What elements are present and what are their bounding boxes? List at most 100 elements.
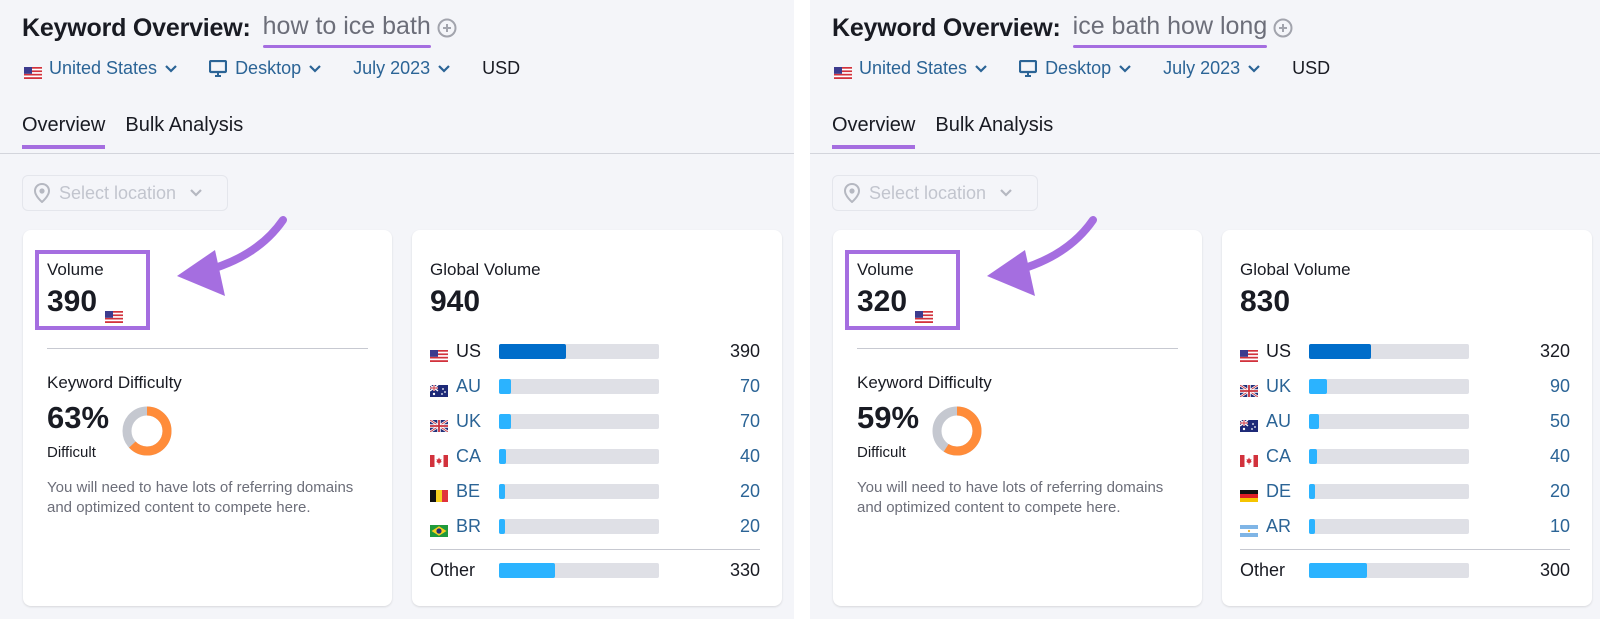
country-volume-row: AU 70 xyxy=(429,369,760,404)
volume-bar-track xyxy=(499,379,659,394)
country-volume-value[interactable]: 10 xyxy=(1469,516,1570,537)
us-flag-icon xyxy=(1240,346,1258,362)
country-code[interactable]: AU xyxy=(456,376,481,397)
volume-difficulty-card: Volume 320 Keyword Difficulty 59% Diffic… xyxy=(833,216,1202,606)
country-volume-value[interactable]: 70 xyxy=(659,411,760,432)
country-code: US xyxy=(456,341,482,361)
country-volume-value[interactable]: 50 xyxy=(1469,411,1570,432)
country-code[interactable]: AU xyxy=(1266,411,1291,432)
volume-bar-fill xyxy=(1309,484,1316,499)
country-volume-value: 390 xyxy=(729,341,760,361)
volume-bar-track xyxy=(499,344,659,359)
device-label: Desktop xyxy=(235,58,302,78)
keyword-text[interactable]: ice bath how long xyxy=(1072,12,1267,48)
volume-number: 390 xyxy=(47,285,98,318)
country-volume-value[interactable]: 20 xyxy=(659,481,760,502)
global-volume-label: Global Volume xyxy=(430,260,541,279)
country-code[interactable]: UK xyxy=(1266,376,1291,397)
date-label: July 2023 xyxy=(353,58,431,78)
date-dropdown[interactable]: July 2023 xyxy=(353,58,450,79)
other-volume-row: Other 300 xyxy=(1240,553,1570,588)
country-cell: US xyxy=(1240,341,1291,362)
device-dropdown[interactable]: Desktop xyxy=(1019,58,1131,79)
device-dropdown[interactable]: Desktop xyxy=(209,58,321,79)
country-volume-value[interactable]: 20 xyxy=(1469,481,1570,502)
us-flag-icon xyxy=(915,297,934,323)
country-volume-value[interactable]: 70 xyxy=(659,376,760,397)
keyword-difficulty-label: Keyword Difficulty xyxy=(857,373,992,392)
add-circle-icon[interactable] xyxy=(437,18,457,38)
tab-bar: Overview Bulk Analysis xyxy=(22,114,263,149)
volume-bar-track xyxy=(499,519,659,534)
keyword-overview-panel-1: Keyword Overview: how to ice bath United… xyxy=(0,0,794,619)
country-code[interactable]: AR xyxy=(1266,516,1291,537)
ca-flag-icon xyxy=(1240,451,1258,467)
tab-overview[interactable]: Overview xyxy=(22,114,106,149)
keyword-difficulty-donut xyxy=(932,406,982,456)
country-volume-value[interactable]: 40 xyxy=(1469,446,1570,467)
location-select[interactable]: Select location xyxy=(22,175,228,211)
country-code[interactable]: DE xyxy=(1266,481,1291,502)
title-label: Keyword Overview: xyxy=(832,13,1061,42)
country-volume-row: AR 10 xyxy=(1240,509,1570,544)
country-label: United States xyxy=(49,58,158,78)
divider xyxy=(430,549,760,550)
country-cell[interactable]: UK xyxy=(1239,376,1291,398)
country-dropdown[interactable]: United States xyxy=(834,58,987,79)
country-code[interactable]: BE xyxy=(456,481,480,502)
country-cell[interactable]: BE xyxy=(430,481,480,502)
country-cell[interactable]: BR xyxy=(430,516,481,537)
country-cell[interactable]: CA xyxy=(1240,446,1291,467)
country-volume-value: 320 xyxy=(1539,341,1570,361)
country-code[interactable]: BR xyxy=(456,516,481,537)
country-cell[interactable]: AU xyxy=(429,376,481,397)
country-cell[interactable]: UK xyxy=(429,411,481,433)
country-volume-row: UK 90 xyxy=(1239,369,1570,404)
volume-bar-fill xyxy=(499,484,506,499)
tab-bulk-analysis[interactable]: Bulk Analysis xyxy=(125,114,243,149)
country-cell[interactable]: DE xyxy=(1240,481,1291,502)
add-circle-icon[interactable] xyxy=(1273,18,1293,38)
location-placeholder: Select location xyxy=(59,182,177,203)
ar-flag-icon xyxy=(1240,521,1258,537)
country-volume-value[interactable]: 20 xyxy=(659,516,760,537)
country-volume-row: BR 20 xyxy=(430,509,760,544)
location-select[interactable]: Select location xyxy=(832,175,1038,211)
tab-divider xyxy=(810,153,1600,154)
au-flag-icon xyxy=(1239,416,1258,432)
keyword-difficulty-description: You will need to have lots of referring … xyxy=(857,479,1164,516)
au-flag-icon xyxy=(429,381,448,397)
country-cell[interactable]: CA xyxy=(430,446,481,467)
country-volume-list: US 320 UK 90 AU 50 CA 40 DE 20 AR 10 Other 300 xyxy=(1239,334,1570,588)
volume-bar-track xyxy=(1309,379,1469,394)
tab-overview[interactable]: Overview xyxy=(832,114,916,149)
country-code[interactable]: UK xyxy=(456,411,481,432)
other-volume-row: Other 330 xyxy=(430,553,760,588)
volume-bar-fill xyxy=(1309,563,1367,578)
country-label: United States xyxy=(859,58,968,78)
location-pin-icon xyxy=(33,183,51,203)
country-cell[interactable]: AR xyxy=(1240,516,1291,537)
country-volume-value[interactable]: 40 xyxy=(659,446,760,467)
keyword-text[interactable]: how to ice bath xyxy=(262,12,431,48)
country-volume-value[interactable]: 90 xyxy=(1469,376,1570,397)
chevron-down-icon xyxy=(190,189,202,197)
date-dropdown[interactable]: July 2023 xyxy=(1163,58,1260,79)
uk-flag-icon xyxy=(429,416,449,433)
keyword-difficulty-description: You will need to have lots of referring … xyxy=(47,479,354,516)
tab-bulk-analysis[interactable]: Bulk Analysis xyxy=(935,114,1053,149)
country-cell[interactable]: AU xyxy=(1239,411,1291,432)
keyword-difficulty-label: Keyword Difficulty xyxy=(47,373,182,392)
volume-bar-track xyxy=(499,449,659,464)
uk-flag-icon xyxy=(1239,381,1259,398)
device-label: Desktop xyxy=(1045,58,1112,78)
location-placeholder: Select location xyxy=(869,182,987,203)
country-code[interactable]: CA xyxy=(456,446,481,467)
country-dropdown[interactable]: United States xyxy=(24,58,177,79)
de-flag-icon xyxy=(1240,486,1258,502)
country-code[interactable]: CA xyxy=(1266,446,1291,467)
volume-label: Volume xyxy=(47,260,104,279)
other-volume-value: 300 xyxy=(1539,560,1570,580)
filter-bar: United States Desktop July 2023 USD xyxy=(24,58,520,79)
chevron-down-icon xyxy=(309,64,321,73)
